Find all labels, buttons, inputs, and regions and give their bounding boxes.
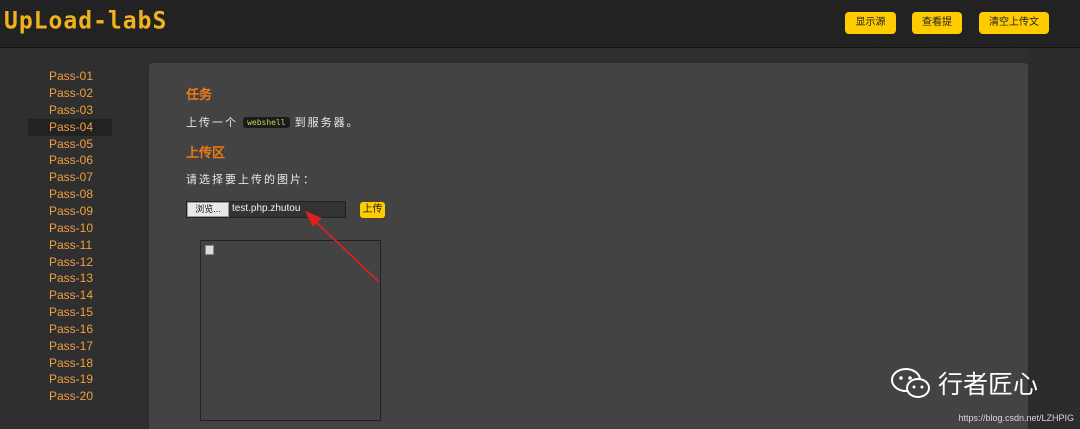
wechat-icon	[891, 368, 930, 398]
watermark-name: 行者匠心	[938, 371, 1039, 399]
watermark: 行者匠心	[890, 365, 1038, 401]
watermark-url: https://blog.csdn.net/LZHPIG	[958, 413, 1074, 423]
